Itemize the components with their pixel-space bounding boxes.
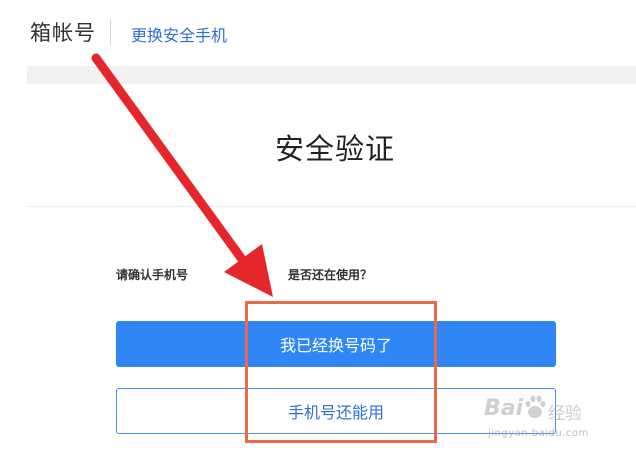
annotation-arrowhead — [224, 244, 273, 297]
changed-number-button[interactable]: 我已经换号码了 — [116, 321, 556, 367]
phone-still-usable-button[interactable]: 手机号还能用 — [116, 388, 556, 434]
still-in-use-prompt: 是否还在使用？ — [288, 268, 373, 282]
account-title: 箱帐号 — [30, 21, 96, 45]
title-divider — [27, 206, 636, 207]
change-security-phone-link[interactable]: 更换安全手机 — [131, 22, 227, 46]
page-title: 安全验证 — [274, 132, 395, 166]
security-verification-page: 箱帐号 更换安全手机 安全验证 请确认手机号 是否还在使用？ 我已经换号码了 手… — [0, 0, 636, 460]
header-divider — [110, 20, 111, 46]
gray-band — [27, 66, 636, 84]
confirm-phone-prompt: 请确认手机号 — [116, 268, 189, 282]
